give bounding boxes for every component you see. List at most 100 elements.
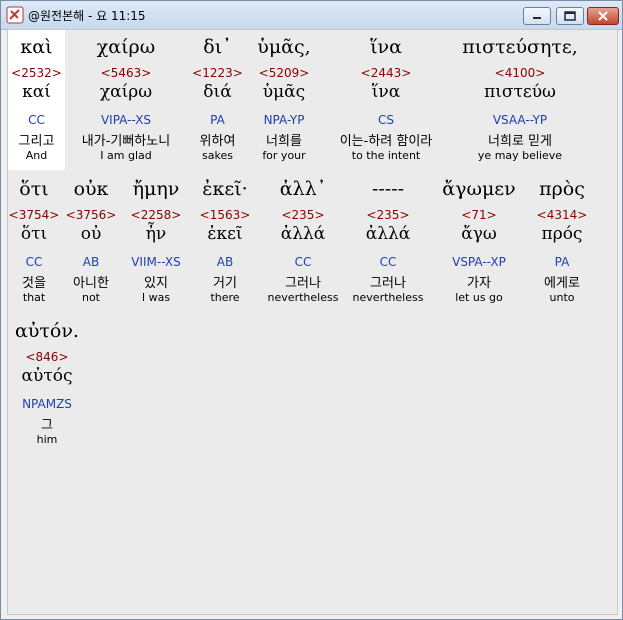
greek-word: αὐτόν. (15, 320, 79, 342)
greek-word: ἤμην (132, 178, 180, 200)
english-gloss: And (25, 149, 48, 162)
korean-gloss: 너희로 믿게 (488, 134, 552, 149)
word-cell[interactable]: ὅτι <3754> ὅτι CC 것을 that (8, 172, 60, 312)
korean-gloss: 그리고 (18, 134, 55, 149)
english-gloss: for your (262, 149, 306, 162)
word-cell[interactable]: ὑμᾶς, <5209> ὑμᾶς NPA-YP 너희를 for your (248, 30, 320, 170)
korean-gloss: 이는-하려 함이라 (339, 134, 433, 149)
word-cell[interactable]: πρὸς <4314> πρός PA 에게로 unto (528, 172, 596, 312)
greek-word: ἐκεῖ· (202, 178, 248, 200)
strong-number: <3756> (65, 208, 117, 222)
greek-word: πιστεύσητε, (462, 36, 578, 58)
greek-word: οὐκ (73, 178, 109, 200)
word-cell[interactable]: αὐτόν. <846> αὐτός NPAMZS 그 him (8, 314, 86, 454)
interlinear-view[interactable]: καὶ <2532> καί CC 그리고 And χαίρω <5463> χ… (7, 29, 618, 615)
english-gloss: let us go (455, 291, 503, 304)
parsing-code: CS (378, 113, 394, 127)
lemma: ἦν (145, 224, 167, 244)
strong-number: <5463> (100, 66, 152, 80)
word-cell[interactable]: πιστεύσητε, <4100> πιστεύω VSAA--YP 너희로 … (452, 30, 588, 170)
word-cell[interactable]: ἄγωμεν <71> ἄγω VSPA--XP 가자 let us go (430, 172, 528, 312)
parsing-code: AB (216, 255, 234, 269)
minimize-icon (533, 17, 541, 19)
greek-word: ὅτι (19, 178, 49, 200)
greek-word: ----- (371, 178, 405, 200)
parsing-code: VSAA--YP (492, 113, 548, 127)
english-gloss: him (36, 433, 58, 446)
parsing-code: CC (28, 113, 45, 127)
strong-number: <2258> (130, 208, 182, 222)
korean-gloss: 아니한 (73, 276, 109, 291)
lemma: πιστεύω (484, 82, 556, 102)
close-icon (598, 11, 608, 21)
word-cell[interactable]: ἤμην <2258> ἦν VIIM--XS 있지 I was (122, 172, 190, 312)
strong-number: <5209> (258, 66, 310, 80)
parsing-code: NPAMZS (22, 397, 72, 411)
lemma: ὑμᾶς (262, 82, 306, 102)
word-cell[interactable]: ἵνα <2443> ἵνα CS 이는-하려 함이라 to the inten… (320, 30, 452, 170)
maximize-icon (564, 11, 576, 21)
parsing-code: CC (25, 255, 43, 269)
english-gloss: not (81, 291, 100, 304)
parsing-code: AB (82, 255, 100, 269)
app-icon (6, 6, 24, 24)
parsing-code: VIIM--XS (131, 255, 181, 269)
word-cell[interactable]: ἐκεῖ· <1563> ἐκεῖ AB 거기 there (190, 172, 260, 312)
english-gloss: that (22, 291, 46, 304)
strong-number: <3754> (8, 208, 60, 222)
parsing-code: PA (210, 113, 225, 127)
minimize-button[interactable] (523, 7, 551, 25)
strong-number: <1563> (199, 208, 251, 222)
maximize-button[interactable] (556, 7, 584, 25)
parsing-code: PA (554, 255, 570, 269)
close-button[interactable] (587, 7, 619, 25)
parsing-code: VIPA--XS (100, 113, 152, 127)
english-gloss: I am glad (100, 149, 152, 162)
word-cell[interactable]: ἀλλ᾿ <235> ἀλλά CC 그러나 nevertheless (260, 172, 346, 312)
lemma: ἀλλά (280, 224, 326, 244)
lemma: ἄγω (461, 224, 497, 244)
strong-number: <4314> (536, 208, 588, 222)
greek-word: ἀλλ᾿ (279, 178, 327, 200)
strong-number: <71> (461, 208, 497, 222)
word-cell[interactable]: δι᾿ <1223> διά PA 위하여 sakes (187, 30, 248, 170)
strong-number: <2443> (360, 66, 412, 80)
greek-word: χαίρω (96, 36, 156, 58)
title-bar[interactable]: @원전본해 - 요 11:15 (1, 1, 622, 30)
korean-gloss: 그러나 (285, 276, 321, 291)
strong-number: <4100> (494, 66, 546, 80)
parsing-code: CC (294, 255, 312, 269)
english-gloss: unto (549, 291, 575, 304)
english-gloss: sakes (202, 149, 233, 162)
greek-word: ὑμᾶς, (257, 36, 311, 58)
strong-number: <235> (366, 208, 410, 222)
word-cell[interactable]: καὶ <2532> καί CC 그리고 And (8, 30, 65, 170)
window-title: @원전본해 - 요 11:15 (28, 9, 146, 23)
app-window: @원전본해 - 요 11:15 καὶ <2532> καί CC 그리고 An… (0, 0, 623, 620)
parsing-code: CC (379, 255, 397, 269)
lemma: διά (203, 82, 232, 102)
strong-number: <846> (25, 350, 69, 364)
parsing-code: NPA-YP (263, 113, 305, 127)
lemma: χαίρω (99, 82, 153, 102)
greek-word: καὶ (20, 36, 53, 58)
greek-word: ἵνα (370, 36, 402, 58)
english-gloss: ye may believe (477, 149, 563, 162)
english-gloss: nevertheless (352, 291, 424, 304)
english-gloss: to the intent (351, 149, 421, 162)
lemma: ὅτι (20, 224, 48, 244)
korean-gloss: 거기 (213, 276, 237, 291)
parsing-code: VSPA--XP (452, 255, 506, 269)
word-cell[interactable]: χαίρω <5463> χαίρω VIPA--XS 내가-기뻐하노니 I a… (65, 30, 187, 170)
korean-gloss: 너희를 (266, 134, 302, 149)
korean-gloss: 그 (41, 418, 53, 433)
strong-number: <235> (281, 208, 325, 222)
korean-gloss: 위하여 (199, 134, 236, 149)
english-gloss: there (210, 291, 240, 304)
lemma: καί (22, 82, 51, 102)
lemma: πρός (541, 224, 583, 244)
lemma: ἐκεῖ (207, 224, 243, 244)
korean-gloss: 것을 (22, 276, 46, 291)
word-cell[interactable]: οὐκ <3756> οὐ AB 아니한 not (60, 172, 122, 312)
word-cell[interactable]: ----- <235> ἀλλά CC 그러나 nevertheless (346, 172, 430, 312)
